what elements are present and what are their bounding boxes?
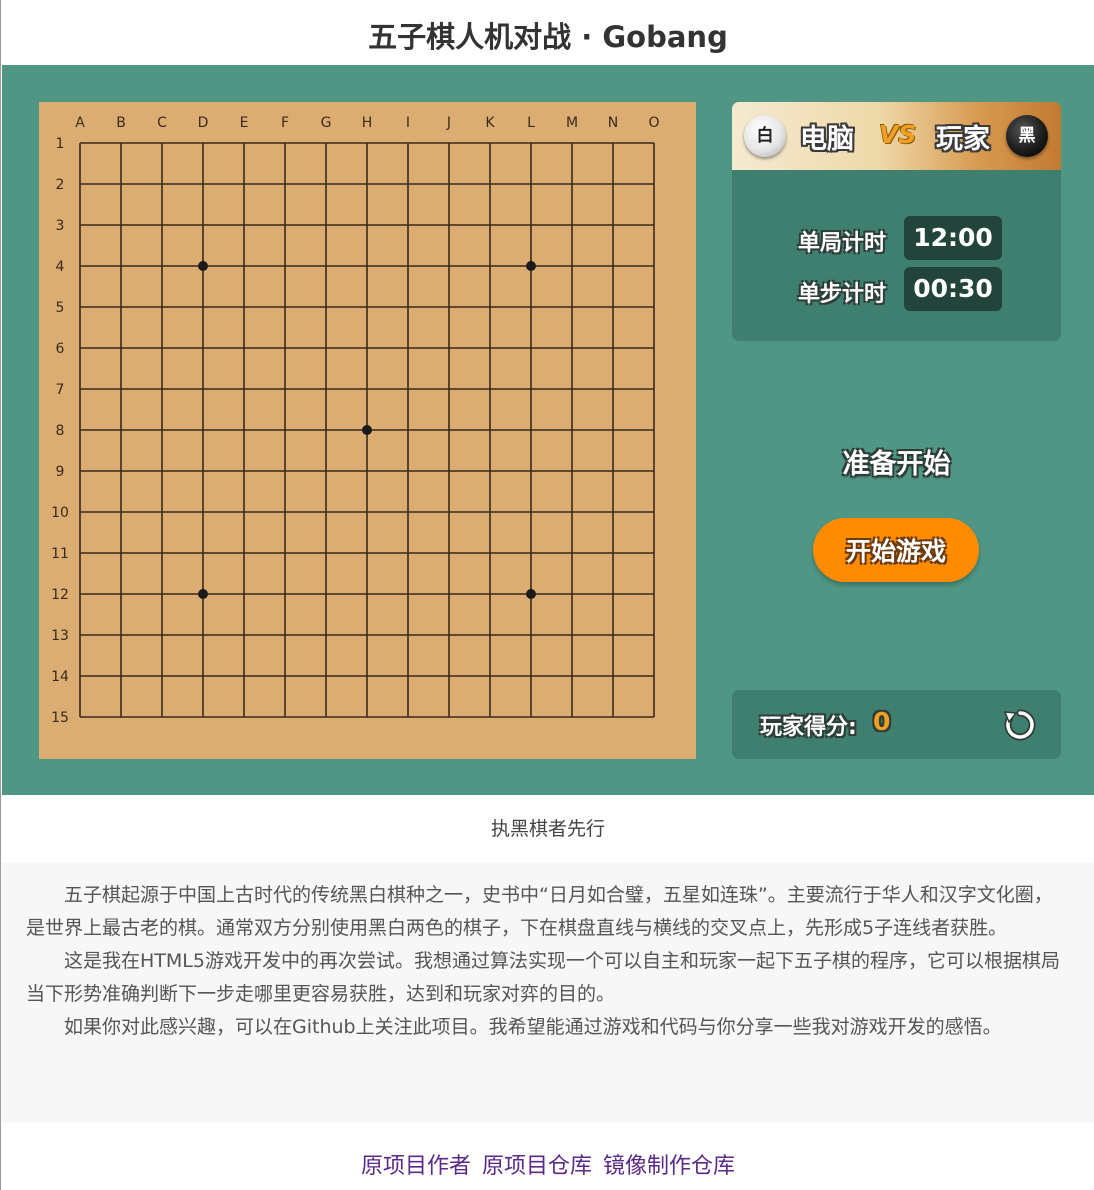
column-label: K [485, 115, 495, 131]
row-label: 13 [51, 628, 69, 644]
column-label: G [321, 115, 332, 131]
score-box: 玩家得分: 0 [732, 690, 1061, 759]
column-label: D [198, 115, 209, 131]
intro-paragraph: 五子棋起源于中国上古时代的传统黑白棋种之一，史书中“日月如合璧，五星如连珠”。主… [26, 884, 1053, 939]
column-label: A [75, 115, 85, 131]
column-label: M [566, 115, 578, 131]
row-label: 1 [56, 136, 65, 152]
star-point [526, 261, 536, 271]
author-link[interactable]: 原项目作者 [361, 1154, 471, 1179]
row-label: 10 [51, 505, 69, 521]
star-point [526, 589, 536, 599]
page-title: 五子棋人机对战 · Gobang [368, 20, 728, 54]
row-label: 7 [56, 382, 65, 398]
row-label: 9 [56, 464, 65, 480]
column-label: O [648, 115, 659, 131]
vs-label: VS [879, 120, 917, 149]
repo-link[interactable]: 原项目仓库 [482, 1154, 592, 1179]
row-label: 3 [56, 218, 65, 234]
column-label: E [240, 115, 249, 131]
cpu-name: 电脑 [800, 124, 854, 155]
first-move-caption: 执黑棋者先行 [490, 818, 605, 840]
column-label: N [608, 115, 618, 131]
refresh-icon[interactable] [1002, 707, 1038, 743]
star-point [198, 261, 208, 271]
footer-links: 原项目作者 原项目仓库 镜像制作仓库 [1, 1148, 1094, 1180]
gobang-board[interactable]: A B C D E F G H I J K L M N O 1 2 3 4 5 6 7 8 9 10 11 12 13 14 15 [39, 102, 696, 759]
row-label: 11 [51, 546, 69, 562]
timer-box: 单局计时 12:00 单步计时 00:30 [732, 170, 1061, 341]
score-label: 玩家得分: [760, 715, 857, 740]
row-label: 2 [56, 177, 65, 193]
row-label: 8 [56, 423, 65, 439]
intro-paragraph: 如果你对此感兴趣，可以在Github上关注此项目。我希望能通过游戏和代码与你分享… [64, 1016, 1002, 1038]
board-grid[interactable]: A B C D E F G H I J K L M N O123456789101112131415 [39, 102, 696, 759]
column-label: C [157, 115, 167, 131]
game-timer-value: 12:00 [904, 216, 1002, 260]
column-label: H [362, 115, 373, 131]
white-stone-icon: 白 [744, 115, 786, 157]
game-status: 准备开始 [842, 449, 951, 480]
score-value: 0 [873, 707, 891, 736]
row-label: 15 [51, 710, 69, 726]
start-game-button[interactable]: 开始游戏 [813, 518, 979, 582]
intro-paragraph: 这是我在HTML5游戏开发中的再次尝试。我想通过算法实现一个可以自主和玩家一起下… [26, 950, 1060, 1005]
star-point [198, 589, 208, 599]
row-label: 6 [56, 341, 65, 357]
player-name: 玩家 [936, 124, 990, 155]
intro-section: 五子棋起源于中国上古时代的传统黑白棋种之一，史书中“日月如合璧，五星如连珠”。主… [2, 863, 1094, 1123]
step-timer-label: 单步计时 [798, 282, 887, 307]
column-label: L [527, 115, 535, 131]
column-label: I [406, 115, 410, 131]
row-label: 12 [51, 587, 69, 603]
row-label: 14 [51, 669, 69, 685]
row-label: 5 [56, 300, 65, 316]
column-label: F [281, 115, 289, 131]
step-timer-value: 00:30 [904, 267, 1002, 311]
column-label: J [446, 115, 451, 131]
column-label: B [116, 115, 126, 131]
black-stone-icon: 黑 [1006, 115, 1048, 157]
game-timer-label: 单局计时 [798, 231, 887, 256]
row-label: 4 [56, 259, 65, 275]
game-area: A B C D E F G H I J K L M N O 1 2 3 4 5 6 7 8 9 10 11 12 13 14 15 白 电… [2, 65, 1094, 795]
mirror-repo-link[interactable]: 镜像制作仓库 [603, 1154, 735, 1179]
versus-header: 白 电脑 VS 玩家 黑 [732, 102, 1061, 170]
star-point [362, 425, 372, 435]
